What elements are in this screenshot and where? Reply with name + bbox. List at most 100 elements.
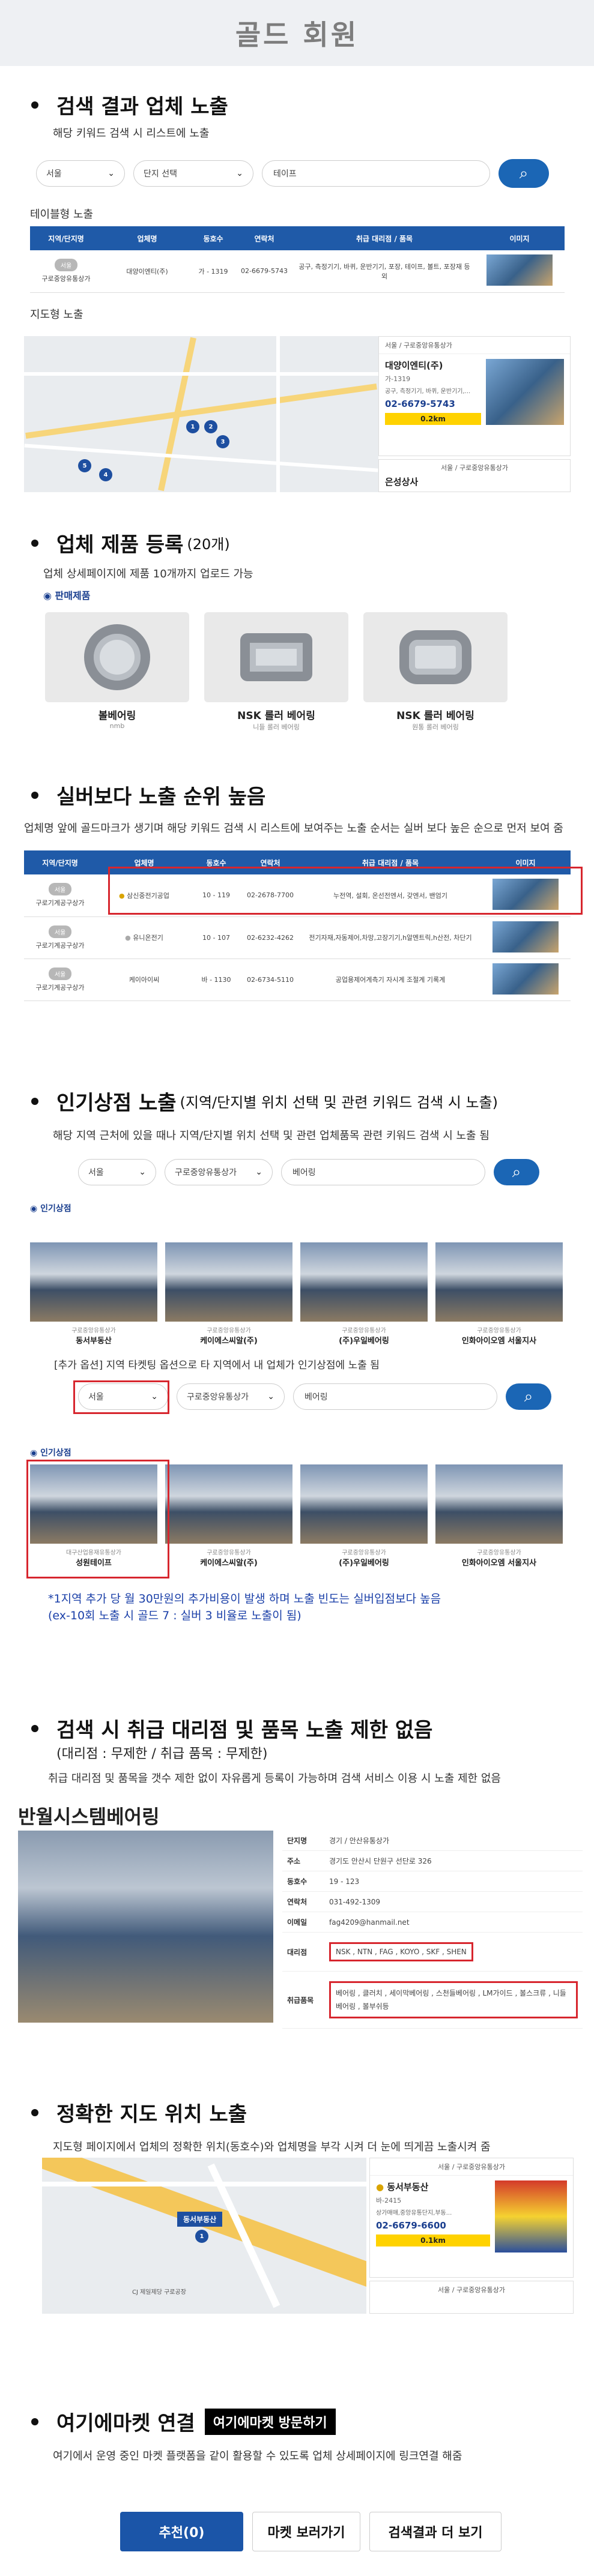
note-text: *1지역 추가 당 월 30만원의 추가비용이 발생 하며 노출 빈도는 실버입…	[48, 1592, 441, 1605]
section-popular: 인기상점 노출 (지역/단지별 위치 선택 및 관련 키워드 검색 시 노출) 해…	[0, 1086, 594, 1622]
info-key: 주소	[282, 1850, 324, 1871]
bullet-icon	[31, 1724, 38, 1732]
page-header: 골드 회원	[0, 0, 594, 66]
card-area: 서울 / 구로중앙유통상가	[370, 2158, 573, 2176]
map-view[interactable]: 1 2 3 4 5	[24, 336, 378, 492]
shop-area: 구로중앙유통상가	[342, 1550, 386, 1556]
sub-label: ◉ 인기상점	[30, 1204, 71, 1214]
room-number: 바 - 1130	[192, 958, 240, 1001]
map-pin-icon[interactable]: 4	[99, 468, 112, 481]
card-distance: 0.2km	[385, 413, 481, 425]
card-distance: 0.1km	[376, 2234, 490, 2246]
company-title: 반월시스템베어링	[18, 1805, 160, 1828]
info-key: 취급품목	[282, 1971, 324, 2029]
complex-select[interactable]: 구로중앙유통상가 ⌄	[177, 1383, 285, 1410]
table-row[interactable]: 서울 구로중앙유통상가 대양이엔티(주) 가 - 1319 02-6679-574…	[30, 250, 565, 293]
result-table: 지역/단지명 업체명 동호수 연락처 취급 대리점 / 품목 이미지 서울 구로중앙유통상가…	[30, 226, 565, 293]
col-header: 업체명	[102, 226, 192, 250]
shop-image	[165, 1464, 292, 1544]
sub-label-2: ◉ 인기상점	[30, 1448, 71, 1458]
region-select[interactable]: 서울 ⌄	[78, 1159, 156, 1185]
table-label: 테이블형 노출	[30, 208, 94, 221]
map-building-label: CJ 제일제당 구로공장	[132, 2289, 186, 2296]
area-name: 구로기계공구상가	[35, 983, 85, 992]
market-button[interactable]: 마켓 보러가기	[252, 2512, 360, 2551]
chevron-down-icon: ⌄	[108, 169, 115, 178]
shop-image	[30, 1242, 157, 1322]
shop-thumbnail	[492, 963, 559, 995]
shop-card[interactable]: 구로중앙유통상가 케이에스씨알(주)	[165, 1464, 292, 1568]
note-text: (ex-10회 노출 시 골드 7 : 실버 3 비율로 노출이 됨)	[48, 1609, 302, 1622]
col-header: 지역/단지명	[24, 850, 96, 874]
section-heading: 검색 시 취급 대리점 및 품목 노출 제한 없음	[0, 1714, 594, 1743]
map-card[interactable]: 서울 / 구로중앙유통상가 대양이엔티(주) 가-1319 공구, 측정기기, …	[378, 336, 571, 456]
section-heading: 업체 제품 등록 (20개)	[0, 528, 594, 558]
market-visit-button[interactable]: 여기에마켓 방문하기	[204, 2408, 336, 2435]
more-results-button[interactable]: 검색결과 더 보기	[369, 2512, 502, 2551]
company-name: 케이아이씨	[96, 958, 192, 1001]
product-card[interactable]: NSK 롤러 베어링 원통 롤러 베어링	[363, 612, 508, 732]
shop-name: (주)우일베어링	[339, 1559, 389, 1568]
col-header: 취급 대리점 / 품목	[294, 226, 474, 250]
shop-card[interactable]: 구로중앙유통상가 (주)우일베어링	[300, 1242, 428, 1346]
search-input[interactable]: 베어링	[293, 1383, 497, 1410]
company-name: 유니온전기	[133, 934, 163, 942]
search-value: 베어링	[305, 1392, 328, 1402]
chevron-down-icon: ⌄	[139, 1167, 146, 1177]
info-value: fag4209@hanmail.net	[324, 1912, 583, 1933]
shop-card[interactable]: 구로중앙유통상가 인화아이오엠 서울지사	[435, 1242, 563, 1346]
product-sub: 니들 롤러 베어링	[253, 723, 300, 731]
product-image	[204, 612, 348, 702]
map-card-2[interactable]: 서울 / 구로중앙유통상가 은성상사	[378, 459, 571, 492]
map-pin-icon[interactable]: 1	[186, 420, 199, 433]
product-card[interactable]: NSK 롤러 베어링 니들 롤러 베어링	[204, 612, 348, 732]
bullet-icon	[31, 2108, 38, 2116]
chevron-down-icon: ⌄	[236, 169, 243, 178]
col-header: 이미지	[474, 226, 565, 250]
room-number: 가 - 1319	[192, 250, 234, 293]
bullet-icon	[31, 2418, 38, 2425]
map-view[interactable]: 동서부동산 1 CJ 제일제당 구로공장	[42, 2158, 366, 2314]
section-market-link: 여기에마켓 연결 여기에마켓 방문하기 여기에서 운영 중인 마켓 플랫폼을 같이…	[0, 2407, 594, 2465]
map-card-2[interactable]: 서울 / 구로중앙유통상가	[369, 2281, 574, 2314]
map-pin-icon[interactable]: 5	[78, 459, 91, 472]
bullet-icon	[31, 101, 38, 109]
search-button[interactable]: ⌕	[494, 1159, 539, 1185]
complex-select[interactable]: 단지 선택 ⌄	[133, 160, 253, 187]
info-value: 031-492-1309	[324, 1891, 583, 1912]
search-input[interactable]: 테이프	[262, 160, 490, 187]
map-pin-icon[interactable]: 3	[216, 435, 229, 448]
shop-photo	[18, 1831, 273, 2023]
shop-card[interactable]: 구로중앙유통상가 케이에스씨알(주)	[165, 1242, 292, 1346]
search-input[interactable]: 베어링	[281, 1159, 485, 1185]
shop-area: 구로중앙유통상가	[477, 1328, 521, 1334]
sub-label-text: 판매제품	[55, 590, 91, 601]
section-rank: 실버보다 노출 순위 높음 업체명 앞에 골드마크가 생기며 해당 키워드 검색…	[0, 780, 594, 1001]
section-search-exposure: 검색 결과 업체 노출 해당 키워드 검색 시 리스트에 노출 서울 ⌄ 단지 선…	[0, 90, 594, 492]
map-marker-label[interactable]: 동서부동산	[177, 2212, 223, 2227]
info-value: 19 - 123	[324, 1871, 583, 1892]
product-card[interactable]: 볼베어링 nmb	[45, 612, 189, 730]
map-pin-icon[interactable]: 1	[195, 2230, 208, 2243]
heading-text: 인기상점 노출	[56, 1091, 177, 1115]
highlight-box	[108, 867, 583, 915]
shop-name: 케이에스씨알(주)	[200, 1559, 258, 1568]
shop-card[interactable]: 구로중앙유통상가 동서부동산	[30, 1242, 157, 1346]
shop-image	[435, 1242, 563, 1322]
heading-text: 여기에마켓 연결	[56, 2412, 195, 2436]
items: 공업용제어계측기 자시계 조절계 기록계	[300, 958, 480, 1001]
region-select[interactable]: 서울 ⌄	[36, 160, 125, 187]
search-button[interactable]: ⌕	[499, 159, 549, 188]
shop-card[interactable]: 구로중앙유통상가 (주)우일베어링	[300, 1464, 428, 1568]
recommend-button[interactable]: 추천(0)	[120, 2512, 243, 2551]
complex-select[interactable]: 구로중앙유통상가 ⌄	[165, 1159, 273, 1185]
section-unlimited: 검색 시 취급 대리점 및 품목 노출 제한 없음 (대리점 : 무제한 / 취…	[0, 1714, 594, 2029]
table-row[interactable]: 서울 구로기계공구상가 ● 유니온전기 10 - 107 02-6232-4262 전기자…	[24, 916, 571, 959]
section-desc: 업체 상세페이지에 제품 10개까지 업로드 가능	[43, 568, 253, 580]
map-pin-icon[interactable]: 2	[204, 420, 217, 433]
search-button[interactable]: ⌕	[506, 1383, 551, 1410]
shop-card[interactable]: 구로중앙유통상가 인화아이오엠 서울지사	[435, 1464, 563, 1568]
table-row[interactable]: 서울 구로기계공구상가 케이아이씨 바 - 1130 02-6734-5110 공업용제어…	[24, 958, 571, 1001]
region-value: 서울	[46, 169, 62, 179]
map-card[interactable]: 서울 / 구로중앙유통상가 ● 동서부동산 바-2415 상가매매,중앙유통단지…	[369, 2158, 574, 2278]
